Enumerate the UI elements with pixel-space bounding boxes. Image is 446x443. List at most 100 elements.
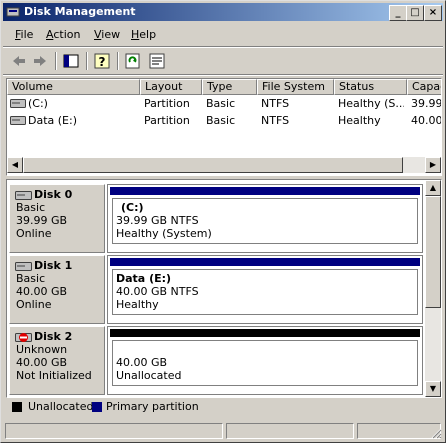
- forward-icon[interactable]: [30, 52, 50, 70]
- volume-layout: Partition: [144, 97, 190, 110]
- volume-status: Healthy (S...: [338, 97, 404, 110]
- column-header-volume[interactable]: Volume: [7, 79, 140, 95]
- toolbar: ?: [3, 49, 443, 73]
- partition-status: Healthy: [116, 298, 159, 311]
- disk-state: Not Initialized: [16, 369, 92, 382]
- window-title: Disk Management: [24, 5, 136, 18]
- disk-size: 40.00 GB: [16, 285, 68, 298]
- partition-e[interactable]: Data (E:) 40.00 GB NTFS Healthy: [112, 269, 418, 315]
- minimize-icon: _: [395, 7, 401, 18]
- volume-drive-icon: [10, 99, 26, 108]
- volume-name: Data (E:): [28, 114, 78, 127]
- status-panel: [5, 423, 223, 439]
- horizontal-scrollbar[interactable]: ◀ ▶: [7, 157, 441, 173]
- arrow-down-icon: ▼: [429, 384, 437, 393]
- disk-state: Online: [16, 298, 52, 311]
- resize-grip-icon[interactable]: [430, 427, 442, 439]
- disk-error-icon: [15, 333, 32, 342]
- volume-file-system: NTFS: [261, 114, 290, 127]
- column-header-layout[interactable]: Layout: [140, 79, 202, 95]
- help-icon[interactable]: ?: [92, 52, 112, 70]
- partition-detail: 40.00 GB NTFS: [116, 285, 199, 298]
- scroll-thumb[interactable]: [425, 196, 441, 308]
- arrow-right-icon: ▶: [429, 160, 437, 169]
- disk-graphical-view[interactable]: Disk 0 Basic 39.99 GB Online (C:) 39.99 …: [6, 179, 442, 398]
- toolbar-separator: [117, 52, 119, 70]
- column-header-type[interactable]: Type: [202, 79, 257, 95]
- partition-stripe: [110, 258, 420, 266]
- toolbar-separator-line: [3, 74, 443, 76]
- toolbar-separator: [86, 52, 88, 70]
- menu-help[interactable]: Help: [131, 28, 156, 41]
- svg-text:?: ?: [99, 55, 106, 69]
- disk-size: 39.99 GB: [16, 214, 68, 227]
- close-icon: ×: [428, 7, 438, 18]
- volume-list[interactable]: Volume Layout Type File System Status Ca…: [6, 78, 442, 176]
- disk-0-partition-area: (C:) 39.99 GB NTFS Healthy (System): [107, 184, 423, 253]
- properties-icon[interactable]: [147, 52, 167, 70]
- refresh-icon[interactable]: [123, 52, 143, 70]
- scroll-thumb[interactable]: [23, 157, 403, 173]
- scroll-down-button[interactable]: ▼: [425, 381, 441, 397]
- volume-type: Basic: [206, 114, 236, 127]
- legend-label-primary: Primary partition: [106, 400, 199, 413]
- vertical-scrollbar[interactable]: ▲ ▼: [425, 180, 441, 397]
- menu-bar: File Action View Help: [3, 25, 443, 45]
- volume-layout: Partition: [144, 114, 190, 127]
- disk-kind: Basic: [16, 201, 46, 214]
- disk-1-partition-area: Data (E:) 40.00 GB NTFS Healthy: [107, 255, 423, 324]
- volume-capacity: 40.00: [411, 114, 442, 127]
- disk-state: Online: [16, 227, 52, 240]
- scroll-left-button[interactable]: ◀: [7, 157, 23, 173]
- partition-status: Healthy (System): [116, 227, 212, 240]
- disk-2-partition-area: 40.00 GB Unallocated: [107, 326, 423, 395]
- disk-management-window: Disk Management _ □ × File Action View H…: [0, 0, 446, 443]
- partition-detail: 40.00 GB: [116, 356, 168, 369]
- disk-icon: [15, 191, 32, 200]
- menu-view[interactable]: View: [94, 28, 120, 41]
- volume-type: Basic: [206, 97, 236, 110]
- volume-status: Healthy: [338, 114, 381, 127]
- status-panel: [226, 423, 354, 439]
- scroll-right-button[interactable]: ▶: [425, 157, 441, 173]
- disk-1-label[interactable]: Disk 1 Basic 40.00 GB Online: [9, 255, 105, 324]
- menu-file[interactable]: File: [15, 28, 33, 41]
- partition-detail: 39.99 GB NTFS: [116, 214, 199, 227]
- status-panel: [357, 423, 441, 439]
- menu-action[interactable]: Action: [46, 28, 80, 41]
- disk-2-label[interactable]: Disk 2 Unknown 40.00 GB Not Initialized: [9, 326, 105, 395]
- maximize-button[interactable]: □: [406, 5, 424, 21]
- arrow-left-icon: ◀: [11, 160, 19, 169]
- volume-name: (C:): [28, 97, 48, 110]
- disk-0-label[interactable]: Disk 0 Basic 39.99 GB Online: [9, 184, 105, 253]
- status-bar: [3, 422, 443, 440]
- disk-kind: Unknown: [16, 343, 68, 356]
- scroll-up-button[interactable]: ▲: [425, 180, 441, 196]
- minimize-button[interactable]: _: [389, 5, 407, 21]
- volume-file-system: NTFS: [261, 97, 290, 110]
- partition-c[interactable]: (C:) 39.99 GB NTFS Healthy (System): [112, 198, 418, 244]
- unallocated-stripe: [110, 329, 420, 337]
- column-header-capacity[interactable]: Capac: [407, 79, 441, 95]
- partition-title: Data (E:): [116, 272, 172, 285]
- legend-label-unallocated: Unallocated: [28, 400, 94, 413]
- console-tree-icon[interactable]: [61, 52, 81, 70]
- legend-swatch-unallocated: [12, 402, 22, 412]
- unallocated-space[interactable]: 40.00 GB Unallocated: [112, 340, 418, 386]
- column-header-status[interactable]: Status: [334, 79, 407, 95]
- legend: Unallocated Primary partition: [6, 398, 440, 416]
- disk-kind: Basic: [16, 272, 46, 285]
- menu-separator: [3, 46, 443, 48]
- toolbar-separator: [55, 52, 57, 70]
- close-button[interactable]: ×: [424, 5, 442, 21]
- column-header-file-system[interactable]: File System: [257, 79, 334, 95]
- partition-stripe: [110, 187, 420, 195]
- disk-management-icon: [6, 7, 20, 17]
- back-icon[interactable]: [9, 52, 29, 70]
- title-bar[interactable]: Disk Management _ □ ×: [3, 3, 443, 21]
- disk-size: 40.00 GB: [16, 356, 68, 369]
- partition-status: Unallocated: [116, 369, 182, 382]
- volume-drive-icon: [10, 116, 26, 125]
- maximize-icon: □: [410, 7, 420, 18]
- legend-swatch-primary: [92, 402, 102, 412]
